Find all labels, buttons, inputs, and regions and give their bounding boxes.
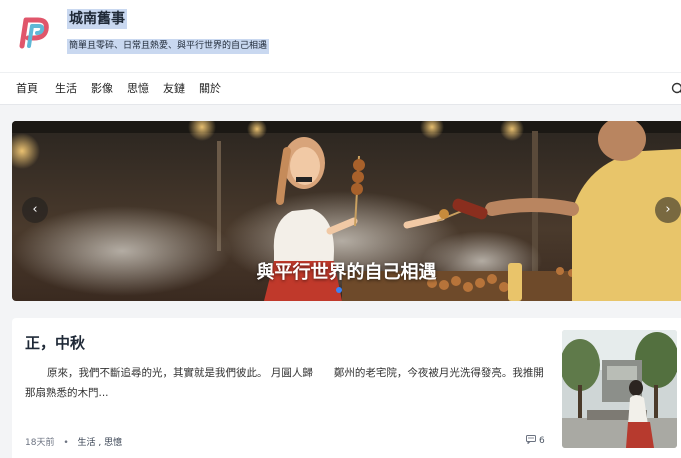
slider-dot-active[interactable] [336, 287, 342, 293]
comment-count-value: 6 [539, 436, 545, 446]
slider-prev-button[interactable]: ‹ [22, 197, 48, 223]
featured-slider[interactable]: 與平行世界的自己相遇 ‹ › [12, 121, 681, 301]
nav-item-life[interactable]: 生活 [55, 82, 77, 96]
post-time: 18天前 [25, 438, 55, 448]
site-header: 城南舊事 簡單且零碎、日常且熱愛、與平行世界的自己相遇 [0, 0, 681, 72]
slide-caption[interactable]: 與平行世界的自己相遇 [12, 258, 681, 284]
nav-item-about[interactable]: 關於 [199, 82, 221, 96]
post-card: 正，中秋 原來，我們不斷追尋的光，其實就是我們彼此。 月圓人歸 鄭州的老宅院，今… [12, 318, 681, 458]
nav-item-memories[interactable]: 思憶 [127, 82, 149, 96]
nav-item-links[interactable]: 友鏈 [163, 82, 185, 96]
site-title[interactable]: 城南舊事 [67, 9, 127, 29]
site-description: 簡單且零碎、日常且熱愛、與平行世界的自己相遇 [67, 39, 270, 54]
post-categories[interactable]: 生活 , 思憶 [78, 438, 123, 448]
post-excerpt-text: 原來，我們不斷追尋的光，其實就是我們彼此。 月圓人歸 鄭州的老宅院，今夜被月光洗… [25, 367, 544, 399]
search-icon[interactable] [671, 82, 681, 96]
nav-item-home[interactable]: 首頁 [16, 82, 38, 96]
slider-next-button[interactable]: › [655, 197, 681, 223]
post-title[interactable]: 正，中秋 [25, 332, 85, 353]
post-meta: 18天前 • 生活 , 思憶 [25, 435, 122, 448]
comment-count[interactable]: 6 [526, 435, 545, 446]
post-excerpt: 原來，我們不斷追尋的光，其實就是我們彼此。 月圓人歸 鄭州的老宅院，今夜被月光洗… [25, 363, 550, 403]
meta-separator: • [63, 438, 69, 448]
nav-item-images[interactable]: 影像 [91, 82, 113, 96]
main-nav: 首頁 生活 影像 思憶 友鏈 關於 [0, 72, 681, 105]
comment-icon [526, 435, 536, 445]
post-thumbnail[interactable] [562, 330, 677, 448]
site-logo-icon[interactable] [16, 12, 56, 52]
